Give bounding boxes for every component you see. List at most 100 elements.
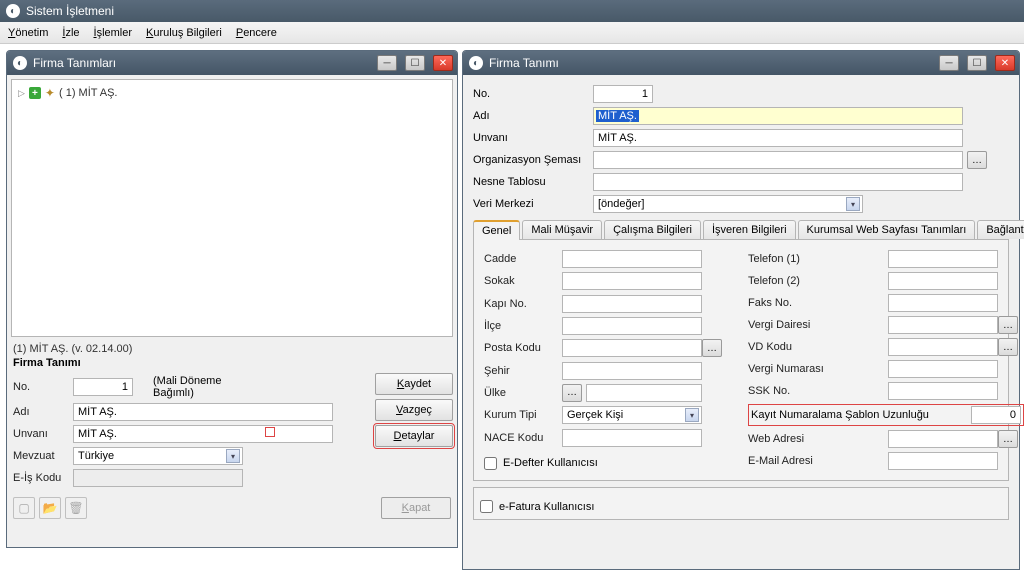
label-vergin: Vergi Numarası	[748, 363, 888, 375]
win1-minimize-button[interactable]: ─	[377, 55, 397, 71]
kayit-field[interactable]	[971, 406, 1021, 424]
label-org: Organizasyon Şeması	[473, 154, 593, 166]
label-ssk: SSK No.	[748, 385, 888, 397]
win2-minimize-button[interactable]: ─	[939, 55, 959, 71]
ssk-field[interactable]	[888, 382, 998, 400]
win2-titlebar[interactable]: ◐ Firma Tanımı ─ ☐ ✕	[463, 51, 1019, 75]
unvani-field[interactable]	[73, 425, 333, 443]
org-field[interactable]	[593, 151, 963, 169]
web-browse-button[interactable]: …	[998, 430, 1018, 448]
org-browse-button[interactable]: …	[967, 151, 987, 169]
sokak-field[interactable]	[562, 272, 702, 290]
tab-bar: Genel Mali Müşavir Çalışma Bilgileri İşv…	[473, 219, 1009, 240]
win2-maximize-button[interactable]: ☐	[967, 55, 987, 71]
ulke-browse-button[interactable]: …	[562, 384, 582, 402]
vergid-browse-button[interactable]: …	[998, 316, 1018, 334]
sehir-field[interactable]	[562, 362, 702, 380]
vdkod-browse-button[interactable]: …	[998, 338, 1018, 356]
kurum-select[interactable]: Gerçek Kişi ▾	[562, 406, 702, 424]
firma-tree[interactable]: ▷ + ✦ ( 1) MİT AŞ.	[11, 79, 453, 337]
ilce-field[interactable]	[562, 317, 702, 335]
kapi-field[interactable]	[562, 295, 702, 313]
edefter-checkbox[interactable]	[484, 457, 497, 470]
label-web: Web Adresi	[748, 433, 888, 445]
chevron-down-icon: ▾	[226, 449, 240, 463]
label-bagimli: (Mali Döneme Bağımlı)	[153, 375, 263, 399]
tree-expand-icon[interactable]: ▷	[18, 88, 25, 99]
menu-izle[interactable]: İzle	[62, 27, 79, 39]
posta-field[interactable]	[562, 339, 702, 357]
menu-kurulus[interactable]: Kuruluş Bilgileri	[146, 27, 222, 39]
eis-field	[73, 469, 243, 487]
label-unvani2: Unvanı	[473, 132, 593, 144]
kaydet-button[interactable]: Kaydet	[375, 373, 453, 395]
win2-close-button[interactable]: ✕	[995, 55, 1015, 71]
veri-value: [öndeğer]	[598, 198, 644, 210]
label-no2: No.	[473, 88, 593, 100]
adi-field[interactable]	[73, 403, 333, 421]
menu-pencere[interactable]: Pencere	[236, 27, 277, 39]
label-cadde: Cadde	[484, 253, 562, 265]
vazgec-button[interactable]: Vazgeç	[375, 399, 453, 421]
win1-close-button[interactable]: ✕	[433, 55, 453, 71]
nesne-field[interactable]	[593, 173, 963, 191]
tab-mali[interactable]: Mali Müşavir	[522, 220, 602, 239]
no-field[interactable]	[73, 378, 133, 396]
chevron-down-icon: ▾	[685, 408, 699, 422]
main-titlebar: ◐ Sistem İşletmeni	[0, 0, 1024, 22]
tab-genel[interactable]: Genel	[473, 220, 520, 240]
email-field[interactable]	[888, 452, 998, 470]
cadde-field[interactable]	[562, 250, 702, 268]
no2-field[interactable]	[593, 85, 653, 103]
ulke-field[interactable]	[586, 384, 702, 402]
nace-field[interactable]	[562, 429, 702, 447]
efatura-checkbox[interactable]	[480, 500, 493, 513]
tel2-field[interactable]	[888, 272, 998, 290]
label-vergid: Vergi Dairesi	[748, 319, 888, 331]
kurum-value: Gerçek Kişi	[567, 409, 623, 421]
adi2-selected-text: MİT AŞ.	[596, 110, 639, 122]
tab-calisma[interactable]: Çalışma Bilgileri	[604, 220, 701, 239]
tree-row[interactable]: ▷ + ✦ ( 1) MİT AŞ.	[18, 86, 446, 100]
window-firma-tanimlari: ◐ Firma Tanımları ─ ☐ ✕ ▷ + ✦ ( 1) MİT A…	[6, 50, 458, 548]
posta-browse-button[interactable]: …	[702, 339, 722, 357]
detaylar-button[interactable]: Detaylar	[375, 425, 453, 447]
adi2-field[interactable]: MİT AŞ.	[593, 107, 963, 125]
menubar: Yönetim İzle İşlemler Kuruluş Bilgileri …	[0, 22, 1024, 44]
tree-item-label: ( 1) MİT AŞ.	[59, 87, 117, 99]
tab-isveren[interactable]: İşveren Bilgileri	[703, 220, 796, 239]
tab-baglanti[interactable]: Bağlantı Ayarları	[977, 220, 1024, 239]
label-veri: Veri Merkezi	[473, 198, 593, 210]
win1-titlebar[interactable]: ◐ Firma Tanımları ─ ☐ ✕	[7, 51, 457, 75]
unvani2-field[interactable]	[593, 129, 963, 147]
label-adi2: Adı	[473, 110, 593, 122]
vergin-field[interactable]	[888, 360, 998, 378]
web-field[interactable]	[888, 430, 998, 448]
tab-kurumsal[interactable]: Kurumsal Web Sayfası Tanımları	[798, 220, 976, 239]
workspace: ◐ Firma Tanımları ─ ☐ ✕ ▷ + ✦ ( 1) MİT A…	[0, 44, 1024, 575]
win1-icon: ◐	[13, 56, 27, 70]
label-edefter: E-Defter Kullanıcısı	[503, 457, 598, 469]
win1-body: ▷ + ✦ ( 1) MİT AŞ. (1) MİT AŞ. (v. 02.14…	[7, 75, 457, 547]
kapat-button[interactable]: Kapat	[381, 497, 451, 519]
faks-field[interactable]	[888, 294, 998, 312]
mevzuat-select[interactable]: Türkiye ▾	[73, 447, 243, 465]
unvani-marker	[265, 427, 275, 437]
label-no: No.	[13, 381, 73, 393]
tab-genel-content: Cadde Sokak Kapı No. İlçe Posta Kodu… Şe…	[473, 240, 1009, 481]
label-kurum: Kurum Tipi	[484, 409, 562, 421]
vdkod-field[interactable]	[888, 338, 998, 356]
label-mevzuat: Mevzuat	[13, 450, 73, 462]
tel1-field[interactable]	[888, 250, 998, 268]
menu-islemler[interactable]: İşlemler	[94, 27, 133, 39]
win2-footer: e-Fatura Kullanıcısı	[473, 487, 1009, 520]
veri-select[interactable]: [öndeğer] ▾	[593, 195, 863, 213]
menu-yonetim[interactable]: Yönetim	[8, 27, 48, 39]
wand-icon: ✦	[45, 86, 55, 100]
label-tel2: Telefon (2)	[748, 275, 888, 287]
open-icon: 📂	[39, 497, 61, 519]
vergid-field[interactable]	[888, 316, 998, 334]
delete-icon: 🗑	[65, 497, 87, 519]
win1-maximize-button[interactable]: ☐	[405, 55, 425, 71]
app-title: Sistem İşletmeni	[26, 4, 114, 18]
